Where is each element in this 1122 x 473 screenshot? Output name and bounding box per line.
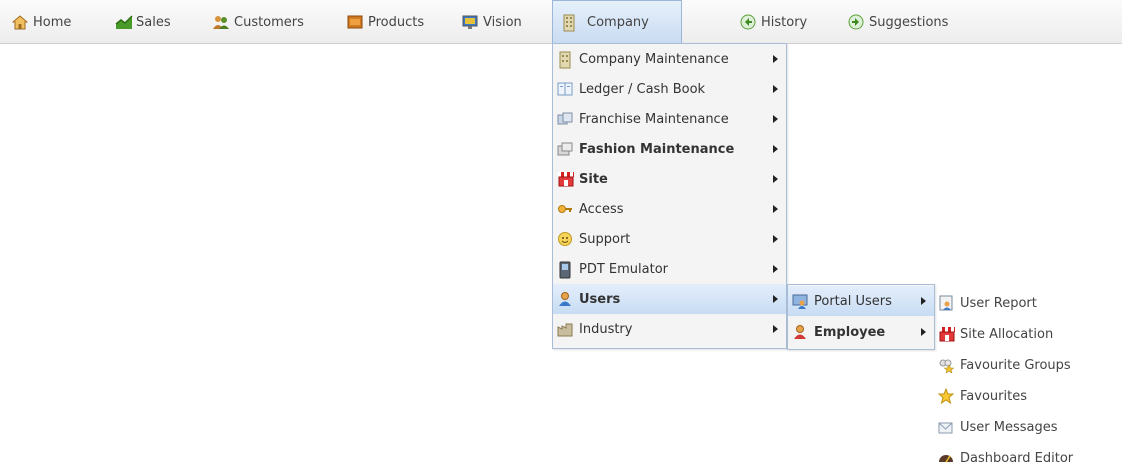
fashion-icon bbox=[557, 141, 573, 157]
menu-item-dashboard-editor[interactable]: Dashboard Editor bbox=[934, 443, 1122, 473]
nav-history-label: History bbox=[761, 14, 808, 30]
menu-item-favourite-groups[interactable]: Favourite Groups bbox=[934, 350, 1122, 380]
nav-home[interactable]: Home bbox=[11, 10, 72, 34]
menu-item-access[interactable]: Access bbox=[553, 194, 786, 224]
submenu-arrow-icon bbox=[921, 297, 926, 305]
submenu-arrow-icon bbox=[773, 175, 778, 183]
menu-item-support[interactable]: Support bbox=[553, 224, 786, 254]
factory-icon bbox=[557, 321, 573, 337]
submenu-arrow-icon bbox=[773, 325, 778, 333]
nav-suggestions[interactable]: Suggestions bbox=[848, 10, 948, 34]
submenu-arrow-icon bbox=[773, 205, 778, 213]
ledger-book-icon bbox=[557, 81, 573, 97]
menu-item-franchise-maintenance[interactable]: Franchise Maintenance bbox=[553, 104, 786, 134]
menu-item-label: User Messages bbox=[960, 419, 1058, 435]
franchise-icon bbox=[557, 111, 573, 127]
menu-item-label: Site Allocation bbox=[960, 326, 1054, 342]
monitor-icon bbox=[462, 14, 478, 30]
menu-item-label: Site bbox=[579, 171, 608, 187]
nav-sales[interactable]: Sales bbox=[115, 10, 171, 34]
menu-item-label: PDT Emulator bbox=[579, 261, 669, 277]
menu-item-label: Access bbox=[579, 201, 624, 217]
building-icon bbox=[561, 14, 577, 32]
menu-item-users[interactable]: Users bbox=[553, 284, 786, 314]
menu-item-label: Fashion Maintenance bbox=[579, 141, 735, 157]
home-icon bbox=[11, 14, 29, 30]
support-face-icon bbox=[557, 231, 573, 247]
user-icon bbox=[557, 291, 573, 307]
nav-suggestions-label: Suggestions bbox=[869, 14, 949, 30]
menu-item-ledger-cash-book[interactable]: Ledger / Cash Book bbox=[553, 74, 786, 104]
menu-item-company-maintenance[interactable]: Company Maintenance bbox=[553, 44, 786, 74]
menu-item-label: User Report bbox=[960, 295, 1037, 311]
menu-item-pdt-emulator[interactable]: PDT Emulator bbox=[553, 254, 786, 284]
submenu-arrow-icon bbox=[773, 145, 778, 153]
store-icon bbox=[938, 326, 955, 342]
nav-company[interactable]: Company bbox=[552, 0, 682, 43]
menu-item-label: Ledger / Cash Book bbox=[579, 81, 706, 97]
menu-item-employee[interactable]: Employee bbox=[788, 317, 934, 347]
employee-icon bbox=[792, 324, 808, 340]
menu-item-favourites[interactable]: Favourites bbox=[934, 381, 1122, 411]
nav-vision-label: Vision bbox=[483, 14, 522, 30]
menu-item-label: Dashboard Editor bbox=[960, 450, 1074, 466]
store-icon bbox=[557, 171, 574, 187]
nav-products-label: Products bbox=[368, 14, 425, 30]
submenu-arrow-icon bbox=[773, 295, 778, 303]
menu-item-label: Favourite Groups bbox=[960, 357, 1071, 373]
nav-customers[interactable]: Customers bbox=[213, 10, 304, 34]
submenu-arrow-icon bbox=[773, 55, 778, 63]
menu-item-label: Company Maintenance bbox=[579, 51, 729, 67]
menu-item-label: Portal Users bbox=[814, 293, 892, 309]
menu-item-site-allocation[interactable]: Site Allocation bbox=[934, 319, 1122, 349]
submenu-arrow-icon bbox=[773, 115, 778, 123]
menu-item-label: Favourites bbox=[960, 388, 1027, 404]
users-submenu: Portal Users Employee bbox=[787, 284, 935, 350]
history-back-icon bbox=[740, 14, 756, 30]
menu-item-user-report[interactable]: User Report bbox=[934, 288, 1122, 318]
menu-item-industry[interactable]: Industry bbox=[553, 314, 786, 344]
top-nav-bar: Home Sales Customers Products Vision Com… bbox=[0, 0, 1122, 44]
nav-products[interactable]: Products bbox=[347, 10, 424, 34]
customers-icon bbox=[213, 14, 229, 30]
nav-sales-label: Sales bbox=[136, 14, 171, 30]
key-icon bbox=[557, 201, 573, 217]
star-icon bbox=[937, 387, 955, 405]
submenu-arrow-icon bbox=[773, 85, 778, 93]
menu-item-label: Franchise Maintenance bbox=[579, 111, 729, 127]
menu-item-label: Employee bbox=[814, 324, 886, 340]
building-icon bbox=[557, 51, 573, 69]
nav-customers-label: Customers bbox=[234, 14, 304, 30]
menu-item-user-messages[interactable]: User Messages bbox=[934, 412, 1122, 442]
submenu-arrow-icon bbox=[921, 328, 926, 336]
submenu-arrow-icon bbox=[773, 235, 778, 243]
sales-chart-icon bbox=[115, 14, 133, 30]
portal-users-submenu: User Report Site Allocation Favourite Gr… bbox=[934, 286, 1122, 471]
handheld-device-icon bbox=[557, 261, 573, 279]
menu-item-label: Users bbox=[579, 291, 621, 307]
favourite-groups-icon bbox=[938, 357, 955, 374]
products-box-icon bbox=[347, 14, 363, 30]
nav-vision[interactable]: Vision bbox=[462, 10, 522, 34]
report-icon bbox=[938, 295, 954, 311]
menu-item-label: Industry bbox=[579, 321, 633, 337]
menu-item-label: Support bbox=[579, 231, 631, 247]
menu-item-site[interactable]: Site bbox=[553, 164, 786, 194]
dashboard-icon bbox=[938, 450, 954, 466]
nav-home-label: Home bbox=[33, 14, 72, 30]
submenu-arrow-icon bbox=[773, 265, 778, 273]
company-menu: Company Maintenance Ledger / Cash Book F… bbox=[552, 43, 787, 349]
nav-history[interactable]: History bbox=[740, 10, 807, 34]
menu-item-portal-users[interactable]: Portal Users bbox=[788, 286, 934, 316]
envelope-icon bbox=[938, 419, 954, 435]
portal-users-icon bbox=[792, 293, 808, 309]
nav-company-label: Company bbox=[587, 14, 649, 30]
menu-item-fashion-maintenance[interactable]: Fashion Maintenance bbox=[553, 134, 786, 164]
suggestions-icon bbox=[848, 14, 864, 30]
